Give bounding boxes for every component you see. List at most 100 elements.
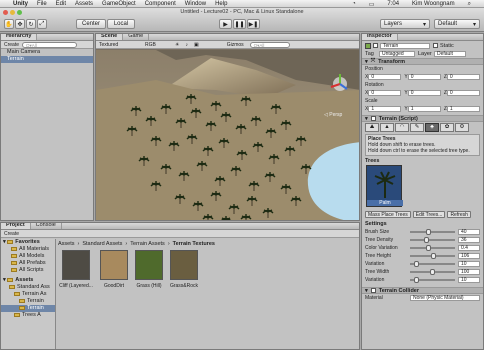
- breadcrumb-item[interactable]: Standard Assets: [82, 241, 122, 247]
- tab-scene[interactable]: Scene: [96, 34, 124, 40]
- menu-unity[interactable]: Unity: [13, 1, 28, 7]
- breadcrumb-item[interactable]: Terrain Textures: [173, 241, 215, 247]
- tree-prototype-palm[interactable]: Palm: [366, 165, 403, 207]
- terrain-script-header[interactable]: ▾ Terrain (Script): [362, 115, 483, 122]
- assets-header[interactable]: ▾ Assets: [1, 277, 55, 284]
- enabled-checkbox[interactable]: [370, 116, 376, 121]
- layout-dropdown[interactable]: Default ▾: [434, 19, 480, 29]
- setting-slider[interactable]: [410, 229, 455, 235]
- tab-inspector[interactable]: Inspector: [362, 34, 398, 40]
- rotation-z[interactable]: 0: [446, 90, 480, 96]
- setting-slider[interactable]: [410, 277, 455, 283]
- favorite-item[interactable]: All Prefabs: [1, 260, 55, 267]
- audio-icon[interactable]: ♪: [185, 42, 188, 48]
- slider-knob[interactable]: [431, 253, 437, 259]
- setting-value[interactable]: 10: [458, 277, 480, 283]
- texture-thumbnail-grass-rock[interactable]: [170, 250, 198, 280]
- layer-dropdown[interactable]: Default: [434, 51, 466, 57]
- breadcrumb-item[interactable]: Terrain Assets: [130, 241, 165, 247]
- favorite-item[interactable]: All Materials: [1, 246, 55, 253]
- position-z[interactable]: 0: [446, 74, 480, 80]
- setting-value[interactable]: 106: [458, 253, 480, 259]
- menu-edit[interactable]: Edit: [56, 1, 66, 7]
- refresh-button[interactable]: Refresh: [447, 210, 471, 218]
- step-button[interactable]: ▶❚: [247, 19, 260, 29]
- setting-slider[interactable]: [410, 253, 455, 259]
- setting-slider[interactable]: [410, 261, 455, 267]
- move-tool-button[interactable]: ✥: [15, 19, 25, 29]
- gizmos-dropdown[interactable]: Gizmos: [227, 42, 244, 48]
- settings-tool[interactable]: ⚙: [455, 123, 469, 132]
- menu-window[interactable]: Window: [185, 1, 206, 7]
- slider-knob[interactable]: [414, 261, 419, 267]
- terrain-collider-header[interactable]: ▾ Terrain Collider: [362, 287, 483, 294]
- hierarchy-search-input[interactable]: Q▾All: [22, 41, 78, 48]
- favorite-item[interactable]: All Models: [1, 253, 55, 260]
- setting-slider[interactable]: [410, 269, 455, 275]
- user-name[interactable]: Kim Woongnam: [412, 1, 455, 7]
- breadcrumb-item[interactable]: Assets: [58, 241, 75, 247]
- paint-texture-tool[interactable]: ✎: [410, 123, 424, 132]
- scene-search-input[interactable]: Q▾All: [249, 41, 290, 48]
- mass-place-trees-button[interactable]: Mass Place Trees: [365, 210, 411, 218]
- edit-trees-button[interactable]: Edit Trees...: [412, 210, 446, 218]
- light-icon[interactable]: ☀: [175, 42, 179, 48]
- texture-thumbnail-cliff[interactable]: [62, 250, 90, 280]
- rotation-y[interactable]: 0: [407, 90, 441, 96]
- pivot-center-button[interactable]: Center: [76, 19, 106, 29]
- scene-viewport[interactable]: ◁ Persp: [96, 50, 360, 221]
- transform-header[interactable]: ▾ ⤧ Transform: [362, 58, 483, 65]
- texture-thumbnail-grass-hill[interactable]: [135, 250, 163, 280]
- raise-terrain-tool[interactable]: ⛰: [365, 123, 379, 132]
- setting-slider[interactable]: [410, 237, 455, 243]
- rotate-tool-button[interactable]: ↻: [26, 19, 36, 29]
- play-button[interactable]: ▶: [219, 19, 232, 29]
- paint-height-tool[interactable]: ▲: [380, 123, 394, 132]
- tab-game[interactable]: Game: [123, 34, 150, 40]
- shading-dropdown[interactable]: Textured: [99, 42, 139, 48]
- tag-dropdown[interactable]: Untagged: [379, 51, 415, 57]
- rotation-x[interactable]: 0: [368, 90, 402, 96]
- hierarchy-item-terrain[interactable]: Terrain: [1, 56, 93, 63]
- menu-gameobject[interactable]: GameObject: [102, 1, 136, 7]
- pause-button[interactable]: ❚❚: [233, 19, 246, 29]
- search-icon[interactable]: ⌕: [468, 1, 471, 8]
- scale-tool-button[interactable]: ⤢: [37, 19, 47, 29]
- hierarchy-item-main-camera[interactable]: Main Camera: [1, 49, 93, 56]
- slider-knob[interactable]: [426, 229, 431, 235]
- layers-dropdown[interactable]: Layers ▾: [380, 19, 430, 29]
- tree-item[interactable]: Terrain As: [1, 291, 55, 298]
- tab-project[interactable]: Project: [1, 223, 31, 229]
- slider-knob[interactable]: [430, 269, 435, 275]
- setting-value[interactable]: 100: [458, 269, 480, 275]
- setting-value[interactable]: 40: [458, 229, 480, 235]
- tree-item[interactable]: Trees A: [1, 312, 55, 319]
- scale-x[interactable]: 1: [368, 106, 402, 112]
- favorites-header[interactable]: ▾ Favorites: [1, 239, 55, 246]
- fx-icon[interactable]: ▣: [194, 42, 199, 48]
- menu-component[interactable]: Component: [145, 1, 176, 7]
- setting-value[interactable]: 0.4: [458, 245, 480, 251]
- scale-y[interactable]: 1: [407, 106, 441, 112]
- tree-item-selected[interactable]: Terrain: [1, 305, 55, 312]
- project-create-button[interactable]: Create: [4, 231, 19, 237]
- hierarchy-create-button[interactable]: Create: [4, 42, 19, 48]
- position-y[interactable]: 0: [407, 74, 441, 80]
- position-x[interactable]: 0: [368, 74, 402, 80]
- setting-value[interactable]: 10: [458, 261, 480, 267]
- paint-details-tool[interactable]: ✿: [440, 123, 454, 132]
- hand-tool-button[interactable]: ✋: [4, 19, 14, 29]
- tree-item[interactable]: Standard Ass: [1, 284, 55, 291]
- render-mode-dropdown[interactable]: RGB: [145, 42, 169, 48]
- menu-assets[interactable]: Assets: [75, 1, 93, 7]
- slider-knob[interactable]: [424, 237, 430, 243]
- tab-console[interactable]: Console: [31, 223, 62, 229]
- tab-hierarchy[interactable]: Hierarchy: [1, 34, 38, 40]
- collider-checkbox[interactable]: [370, 288, 376, 293]
- menu-file[interactable]: File: [37, 1, 47, 7]
- setting-slider[interactable]: [410, 245, 455, 251]
- setting-value[interactable]: 36: [458, 237, 480, 243]
- material-field[interactable]: None (Physic Material): [410, 295, 480, 301]
- slider-knob[interactable]: [426, 245, 431, 251]
- slider-knob[interactable]: [414, 277, 419, 283]
